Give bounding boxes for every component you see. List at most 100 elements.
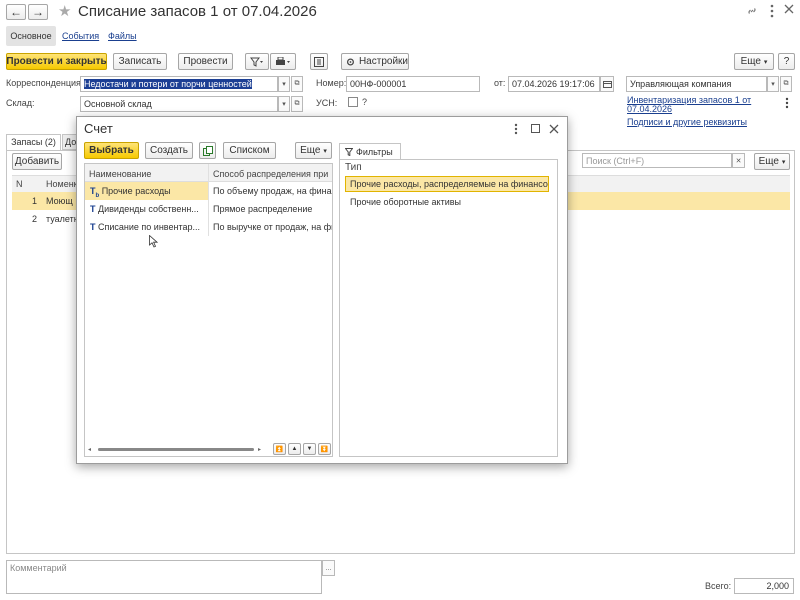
usn-checkbox[interactable] — [348, 97, 358, 107]
list-item-method: По объему продаж, на финансо — [213, 186, 332, 196]
total-label: Всего: — [705, 581, 732, 591]
list-item-name-cell: Tb Прочие расходы — [85, 182, 208, 200]
organization-open-icon[interactable]: ⧉ — [780, 76, 792, 92]
warehouse-label: Склад: — [6, 98, 35, 108]
calendar-icon[interactable] — [600, 76, 614, 92]
dialog-more-label: Еще — [300, 145, 321, 156]
arrow-right-icon: → — [32, 5, 44, 19]
horizontal-scrollbar[interactable] — [98, 448, 254, 451]
dialog-close-icon[interactable] — [549, 124, 559, 134]
scrollbar-thumb[interactable] — [98, 448, 254, 451]
list-item-name: Дивиденды собственн... — [98, 204, 199, 214]
link-icon[interactable] — [746, 5, 758, 17]
help-button[interactable]: ? — [778, 53, 795, 70]
organization-dropdown[interactable]: ▾ — [767, 76, 779, 92]
comment-field[interactable]: Комментарий — [6, 560, 322, 594]
structure-icon — [314, 56, 324, 67]
go-up-button[interactable]: ▲ — [288, 443, 301, 455]
filters-tab-label: Фильтры — [356, 147, 393, 157]
post-and-close-button[interactable]: Провести и закрыть — [6, 53, 107, 70]
add-row-button[interactable]: Добавить — [12, 153, 62, 170]
column-header-n: N — [16, 179, 23, 189]
go-down-button[interactable]: ▼ — [303, 443, 316, 455]
row-name: Моющ — [46, 196, 73, 206]
close-icon[interactable] — [784, 4, 794, 14]
number-field[interactable]: 00НФ-000001 — [346, 76, 480, 92]
forward-button[interactable]: → — [28, 4, 48, 20]
signatures-link[interactable]: Подписи и другие реквизиты — [627, 117, 747, 127]
list-item-name-cell: T Списание по инвентар... — [90, 218, 208, 236]
table-more-label: Еще — [758, 156, 779, 167]
list-item-name: Списание по инвентар... — [98, 222, 200, 232]
list-item-name-cell: T Дивиденды собственн... — [90, 200, 208, 218]
account-type-icon: T — [90, 222, 96, 232]
tab-events[interactable]: События — [62, 31, 99, 41]
row-number: 2 — [32, 214, 38, 224]
mouse-cursor — [149, 234, 159, 251]
filter-header: Тип — [345, 162, 362, 173]
tab-supplies[interactable]: Запасы (2) — [6, 134, 61, 150]
list-item[interactable]: Tb Прочие расходы По объему продаж, на ф… — [85, 182, 332, 200]
chevron-down-icon: ▾ — [763, 58, 768, 66]
row-name: туалетн — [46, 214, 79, 224]
list-item[interactable]: T Списание по инвентар... По выручке от … — [85, 218, 332, 236]
save-button[interactable]: Записать — [113, 53, 167, 70]
copy-icon — [202, 145, 213, 156]
favorite-star-icon[interactable]: ★ — [58, 2, 71, 20]
go-last-button[interactable]: ⏬ — [318, 443, 331, 455]
correspondence-field[interactable]: Недостачи и потери от порчи ценностей — [80, 76, 278, 92]
more-button[interactable]: Еще ▾ — [734, 53, 774, 70]
list-item-method: Прямое распределение — [213, 204, 313, 214]
total-value: 2,000 — [734, 578, 794, 594]
table-more-button[interactable]: Еще ▾ — [754, 153, 790, 170]
more-label: Еще — [740, 56, 761, 67]
inventory-link-date[interactable]: 07.04.2026 — [627, 104, 672, 114]
dialog-more-button[interactable]: Еще ▾ — [295, 142, 332, 159]
scroll-right-icon[interactable]: ▸ — [258, 446, 261, 453]
organization-field[interactable]: Управляющая компания — [626, 76, 767, 92]
filters-tab[interactable]: Фильтры — [339, 143, 401, 160]
printer-icon — [276, 56, 290, 65]
correspondence-dropdown[interactable]: ▾ — [278, 76, 290, 92]
tab-main[interactable]: Основное — [6, 26, 56, 46]
row-number: 1 — [32, 196, 38, 206]
copy-button[interactable] — [199, 142, 216, 159]
print-button[interactable] — [270, 53, 296, 70]
more-vertical-icon[interactable] — [785, 97, 789, 109]
column-header-method: Способ распределения при за — [213, 169, 331, 179]
structure-button[interactable] — [310, 53, 328, 70]
search-input[interactable]: Поиск (Ctrl+F) — [582, 153, 732, 168]
number-label: Номер: — [316, 78, 347, 88]
filter-item[interactable]: Прочие расходы, распределяемые на финанс… — [345, 176, 549, 192]
dialog-more-vertical-icon[interactable] — [514, 123, 518, 135]
date-field[interactable]: 07.04.2026 19:17:06 — [508, 76, 600, 92]
settings-label: Настройки — [358, 56, 408, 67]
column-header-name: Наименование — [89, 169, 152, 179]
more-vertical-icon[interactable] — [770, 4, 774, 18]
account-type-icon: T — [90, 204, 96, 214]
tab-files[interactable]: Файлы — [108, 31, 137, 41]
back-button[interactable]: ← — [6, 4, 26, 20]
go-first-button[interactable]: ⏫ — [273, 443, 286, 455]
date-from-label: от: — [494, 78, 506, 88]
print-dropdown-filter-button[interactable] — [245, 53, 269, 70]
maximize-icon[interactable] — [531, 124, 540, 133]
comment-expand-button[interactable]: ... — [322, 560, 335, 576]
list-view-button[interactable]: Списком — [223, 142, 276, 159]
usn-label: УСН: — [316, 98, 338, 108]
scroll-left-icon[interactable]: ◂ — [88, 446, 91, 453]
clear-search-icon[interactable]: ✕ — [732, 153, 745, 168]
select-button[interactable]: Выбрать — [84, 142, 139, 159]
warehouse-field[interactable]: Основной склад — [80, 96, 278, 112]
settings-button[interactable]: Настройки — [341, 53, 409, 70]
correspondence-open-icon[interactable]: ⧉ — [291, 76, 303, 92]
account-type-icon: Tb — [90, 186, 100, 199]
list-item-method: По выручке от продаж, на фина — [213, 222, 332, 232]
filter-item[interactable]: Прочие оборотные активы — [345, 194, 549, 210]
usn-help-icon[interactable]: ? — [362, 97, 367, 107]
warehouse-dropdown[interactable]: ▾ — [278, 96, 290, 112]
warehouse-open-icon[interactable]: ⧉ — [291, 96, 303, 112]
post-button[interactable]: Провести — [178, 53, 233, 70]
create-button[interactable]: Создать — [145, 142, 193, 159]
list-item[interactable]: T Дивиденды собственн... Прямое распреде… — [85, 200, 332, 218]
